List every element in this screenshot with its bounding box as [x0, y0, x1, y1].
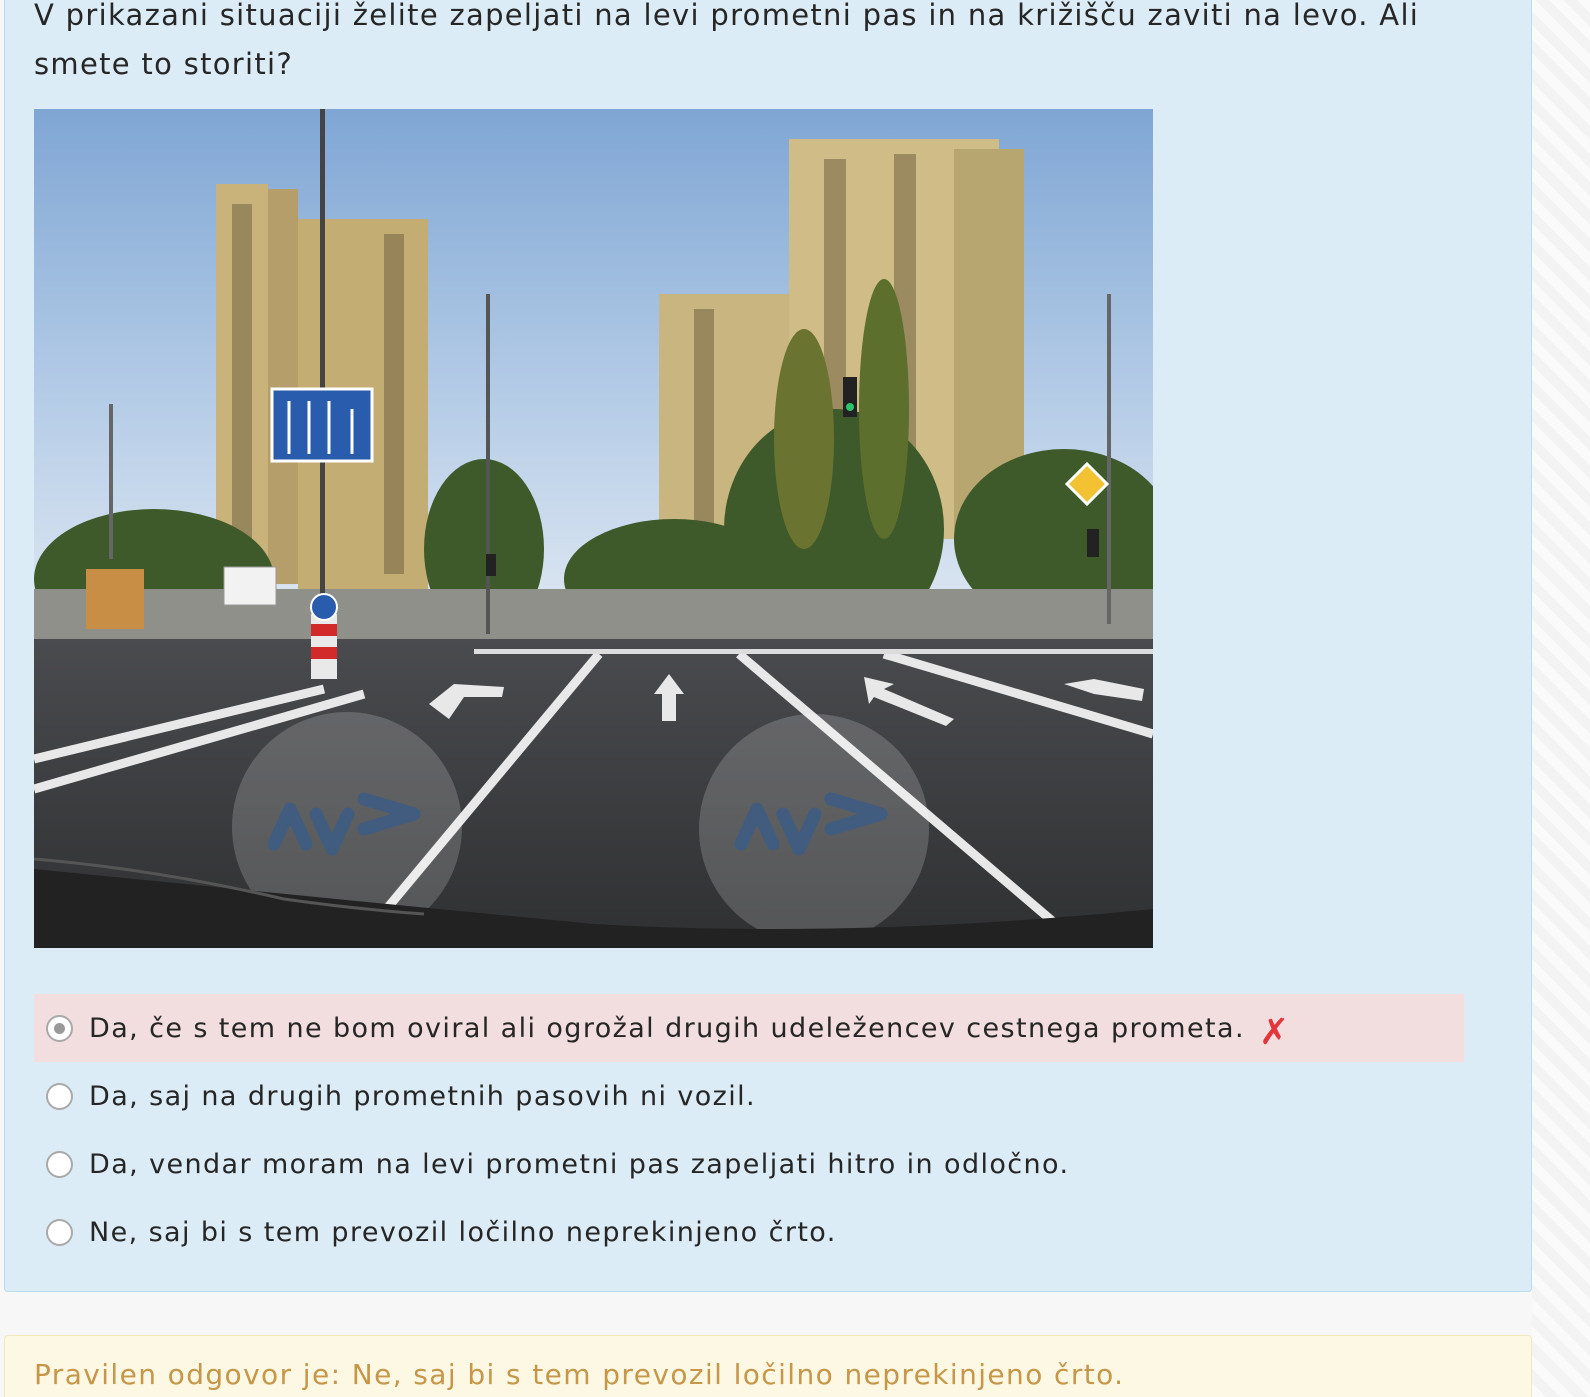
question-card: V prikazani situaciji želite zapeljati n… [4, 0, 1532, 1292]
page-background-strip [1532, 0, 1590, 1397]
answer-label-1: Da, če s tem ne bom oviral ali ogrožal d… [89, 1012, 1245, 1044]
question-photo [34, 109, 1153, 948]
correct-answer-box: Pravilen odgovor je: Ne, saj bi s tem pr… [4, 1335, 1532, 1397]
radio-button-1[interactable] [46, 1014, 73, 1042]
radio-button-3[interactable] [46, 1150, 73, 1178]
quiz-page: V prikazani situaciji želite zapeljati n… [0, 0, 1590, 1397]
answer-option-1[interactable]: Da, če s tem ne bom oviral ali ogrožal d… [34, 994, 1464, 1062]
question-text: V prikazani situaciji želite zapeljati n… [34, 0, 1420, 81]
radio-button-4[interactable] [46, 1218, 73, 1246]
wrong-answer-icon: ✗ [1258, 1012, 1290, 1053]
answer-option-3[interactable]: Da, vendar moram na levi prometni pas za… [34, 1130, 1464, 1198]
answer-label-4: Ne, saj bi s tem prevozil ločilno neprek… [89, 1216, 837, 1248]
radio-button-2[interactable] [46, 1082, 73, 1110]
answer-label-2: Da, saj na drugih prometnih pasovih ni v… [89, 1080, 756, 1112]
correct-answer-text: Pravilen odgovor je: Ne, saj bi s tem pr… [34, 1358, 1125, 1391]
answer-list: Da, če s tem ne bom oviral ali ogrožal d… [34, 994, 1464, 1266]
answer-option-4[interactable]: Ne, saj bi s tem prevozil ločilno neprek… [34, 1198, 1464, 1266]
answer-label-3: Da, vendar moram na levi prometni pas za… [89, 1148, 1070, 1180]
answer-option-2[interactable]: Da, saj na drugih prometnih pasovih ni v… [34, 1062, 1464, 1130]
